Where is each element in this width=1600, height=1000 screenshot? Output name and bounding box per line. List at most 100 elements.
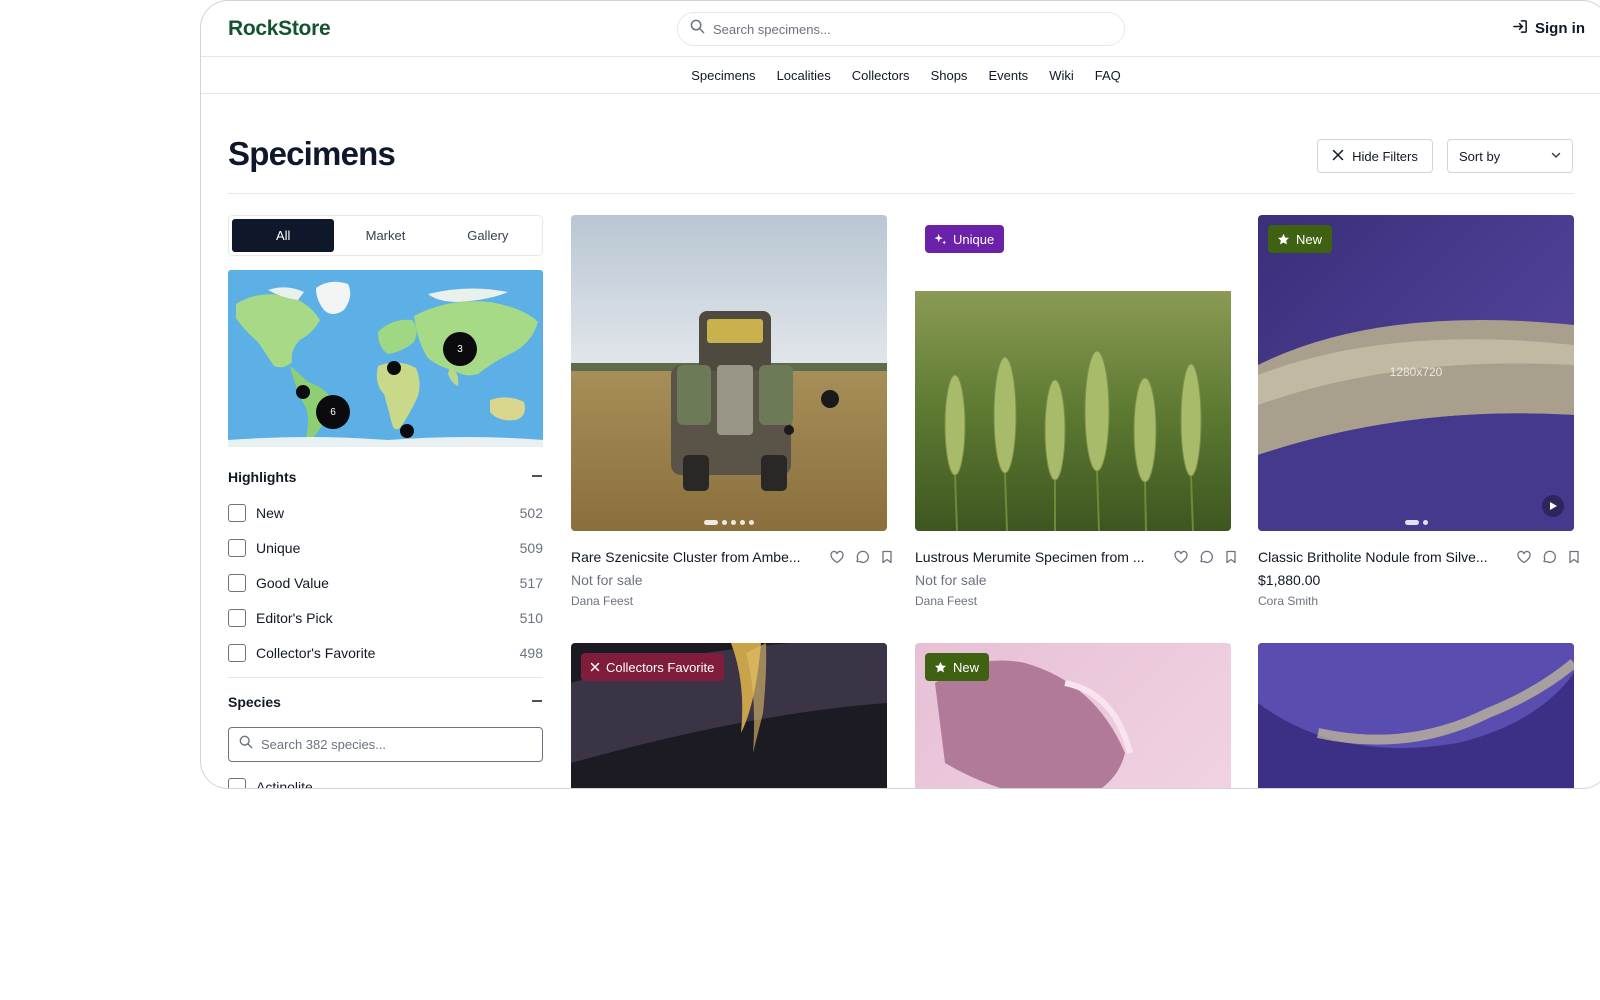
comment-icon[interactable] xyxy=(854,549,870,565)
carousel-dot[interactable] xyxy=(1404,520,1419,525)
option-count: 517 xyxy=(519,575,543,591)
sign-in-icon xyxy=(1512,18,1529,39)
comment-icon[interactable] xyxy=(1198,549,1214,565)
star-icon xyxy=(1277,233,1290,246)
nav-localities[interactable]: Localities xyxy=(766,68,841,83)
map-cluster-south-america[interactable]: 6 xyxy=(316,395,350,429)
carousel-dot[interactable] xyxy=(731,520,736,525)
card-image[interactable]: Unique xyxy=(915,215,1231,531)
carousel-dot[interactable] xyxy=(704,520,718,525)
app-window: RockStore Sign in Specimens Localities C… xyxy=(200,0,1600,789)
badge-collectors-favorite: Collectors Favorite xyxy=(581,653,725,681)
highlight-option-good-value[interactable]: Good Value 517 xyxy=(228,572,543,594)
card-actions xyxy=(1173,549,1239,565)
sign-in-button[interactable]: Sign in xyxy=(1512,18,1585,39)
heart-icon[interactable] xyxy=(1516,549,1532,565)
card-image[interactable]: 1280x720 New xyxy=(1258,215,1574,531)
nav-shops[interactable]: Shops xyxy=(920,68,978,83)
highlight-option-unique[interactable]: Unique 509 xyxy=(228,537,543,559)
heart-icon[interactable] xyxy=(829,549,845,565)
search-bar[interactable] xyxy=(677,12,1125,46)
checkbox[interactable] xyxy=(228,539,246,557)
bookmark-icon[interactable] xyxy=(1566,549,1582,565)
map-marker[interactable] xyxy=(400,424,414,438)
checkbox[interactable] xyxy=(228,778,246,788)
highlight-option-new[interactable]: New 502 xyxy=(228,502,543,524)
nav-collectors[interactable]: Collectors xyxy=(841,68,920,83)
sort-label: Sort by xyxy=(1459,148,1501,164)
option-label: Editor's Pick xyxy=(256,610,333,626)
hide-filters-label: Hide Filters xyxy=(1352,148,1418,164)
highlight-option-collectors-favorite[interactable]: Collector's Favorite 498 xyxy=(228,642,543,664)
facet-divider xyxy=(228,677,543,678)
card-image[interactable] xyxy=(1258,643,1574,788)
card-image[interactable] xyxy=(571,215,887,531)
tab-gallery[interactable]: Gallery xyxy=(437,219,539,252)
sort-select[interactable]: Sort by xyxy=(1447,139,1573,173)
option-count: 498 xyxy=(519,645,543,661)
image-dimensions-label: 1280x720 xyxy=(1389,365,1443,379)
card-title[interactable]: Rare Szenicsite Cluster from Ambe... xyxy=(571,549,811,565)
heart-icon[interactable] xyxy=(1173,549,1189,565)
option-label: Good Value xyxy=(256,575,329,591)
map-marker[interactable] xyxy=(296,385,310,399)
card-title[interactable]: Lustrous Merumite Specimen from ... xyxy=(915,549,1155,565)
search-icon xyxy=(690,19,705,39)
main-nav: Specimens Localities Collectors Shops Ev… xyxy=(201,57,1600,94)
option-count: 509 xyxy=(519,540,543,556)
carousel-dot[interactable] xyxy=(740,520,745,525)
checkbox[interactable] xyxy=(228,609,246,627)
map-marker[interactable] xyxy=(387,361,401,375)
species-header[interactable]: Species xyxy=(228,694,543,710)
collapse-icon[interactable] xyxy=(531,694,543,710)
species-option-actinolite[interactable]: Actinolite xyxy=(228,776,543,789)
card-image[interactable]: New xyxy=(915,643,1231,788)
chevron-down-icon xyxy=(1550,149,1562,164)
map-cluster-asia[interactable]: 3 xyxy=(443,332,477,366)
nav-events[interactable]: Events xyxy=(978,68,1039,83)
search-icon xyxy=(239,735,253,754)
highlights-header[interactable]: Highlights xyxy=(228,469,543,485)
option-count: 502 xyxy=(519,505,543,521)
tab-market[interactable]: Market xyxy=(334,219,436,252)
card-seller[interactable]: Dana Feest xyxy=(571,594,633,608)
image-carousel-dots[interactable] xyxy=(1258,520,1574,525)
play-video-button[interactable] xyxy=(1542,495,1564,517)
locality-map[interactable]: 3 6 xyxy=(228,270,543,447)
card-seller[interactable]: Dana Feest xyxy=(915,594,977,608)
highlight-option-editors-pick[interactable]: Editor's Pick 510 xyxy=(228,607,543,629)
option-label: Actinolite xyxy=(256,779,313,789)
hide-filters-button[interactable]: Hide Filters xyxy=(1317,139,1433,173)
option-label: New xyxy=(256,505,285,521)
checkbox[interactable] xyxy=(228,644,246,662)
logo[interactable]: RockStore xyxy=(228,17,331,41)
tab-all[interactable]: All xyxy=(232,219,335,252)
species-search[interactable] xyxy=(228,727,543,762)
species-search-input[interactable] xyxy=(261,737,521,752)
sparkle-icon xyxy=(934,233,947,246)
nav-wiki[interactable]: Wiki xyxy=(1039,68,1085,83)
image-carousel-dots[interactable] xyxy=(571,520,887,525)
bookmark-icon[interactable] xyxy=(1223,549,1239,565)
nav-faq[interactable]: FAQ xyxy=(1084,68,1131,83)
bookmark-icon[interactable] xyxy=(879,549,895,565)
carousel-dot[interactable] xyxy=(722,520,727,525)
search-input[interactable] xyxy=(713,21,1093,37)
comment-icon[interactable] xyxy=(1541,549,1557,565)
star-icon xyxy=(934,661,947,674)
nav-specimens[interactable]: Specimens xyxy=(681,68,766,83)
card-image[interactable]: Collectors Favorite xyxy=(571,643,887,788)
card-seller[interactable]: Cora Smith xyxy=(1258,594,1318,608)
close-icon xyxy=(590,662,600,672)
checkbox[interactable] xyxy=(228,574,246,592)
card-price: Not for sale xyxy=(915,572,987,588)
badge-label: New xyxy=(953,659,980,675)
card-title[interactable]: Classic Britholite Nodule from Silve... xyxy=(1258,549,1498,565)
carousel-dot[interactable] xyxy=(1422,520,1428,525)
carousel-dot[interactable] xyxy=(749,520,754,525)
collapse-icon[interactable] xyxy=(531,469,543,485)
checkbox[interactable] xyxy=(228,504,246,522)
badge-label: Collectors Favorite xyxy=(606,659,715,675)
play-icon xyxy=(1548,501,1558,511)
page-title: Specimens xyxy=(228,135,396,172)
